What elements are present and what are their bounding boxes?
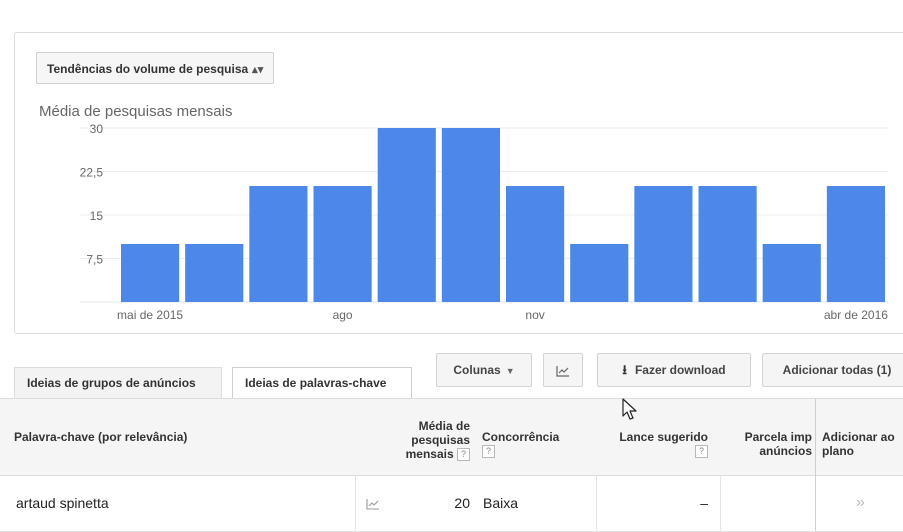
chart-bar (634, 186, 693, 302)
x-tick-label: nov (525, 308, 544, 322)
header-competition-label: Concorrência (482, 430, 560, 444)
header-add-line2: plano (822, 444, 854, 458)
search-volume-chart: 7,5 15 22,5 30 mai de 2015 ago nov abr de 2016 (80, 122, 889, 322)
download-button[interactable]: ⭳ Fazer download (597, 353, 751, 387)
search-volume-panel: Tendências do volume de pesquisa ▴▾ Média… (14, 32, 903, 334)
line-chart-icon (366, 499, 379, 510)
help-icon[interactable]: ? (695, 445, 708, 459)
y-tick-label: 22,5 (80, 166, 104, 180)
header-avg-line3: mensais (405, 447, 454, 461)
x-tick-label: abr de 2016 (824, 308, 888, 322)
chart-bar (570, 244, 629, 302)
tabs-row: Ideias de grupos de anúncios Ideias de p… (0, 353, 903, 399)
table-row: artaud spinetta 20 Baixa – » (0, 475, 903, 532)
help-icon[interactable]: ? (457, 448, 470, 462)
row-chart-icon[interactable] (366, 475, 380, 531)
header-avg-line1: Média de (418, 419, 470, 433)
add-all-button[interactable]: Adicionar todas (1) (762, 353, 903, 387)
help-icon[interactable]: ? (482, 445, 495, 459)
header-add-to-plan[interactable]: Adicionar ao plano (822, 430, 895, 458)
chart-bar (506, 186, 565, 302)
keyword-table-header: Palavra-chave (por relevância) Média de … (0, 398, 903, 476)
column-divider (355, 475, 356, 531)
column-divider (720, 475, 721, 531)
tab-label: Ideias de grupos de anúncios (27, 376, 196, 390)
header-impr-line1: Parcela imp (744, 430, 812, 444)
mouse-cursor-icon (622, 398, 637, 420)
column-divider (815, 475, 816, 531)
y-tick-label: 30 (90, 122, 104, 136)
y-tick-label: 7,5 (86, 253, 103, 267)
line-chart-icon (556, 365, 569, 377)
header-add-line1: Adicionar ao (822, 430, 895, 444)
download-label: Fazer download (634, 363, 726, 377)
chart-toggle-button[interactable] (543, 353, 583, 387)
header-keyword[interactable]: Palavra-chave (por relevância) (14, 430, 187, 444)
chart-bar (441, 128, 500, 302)
chart-bar (377, 128, 436, 302)
chart-bar (185, 244, 244, 302)
chart-bar (313, 186, 372, 302)
x-tick-label: mai de 2015 (117, 308, 183, 322)
suggested-bid-cell: – (700, 495, 708, 511)
tab-keyword-ideas[interactable]: Ideias de palavras-chave (232, 367, 412, 399)
chart-bar (249, 186, 308, 302)
add-all-label: Adicionar todas (1) (782, 363, 892, 377)
y-tick-label: 15 (90, 209, 104, 223)
download-icon: ⭳ (622, 362, 627, 377)
column-divider (596, 475, 597, 531)
tab-label: Ideias de palavras-chave (245, 376, 387, 390)
avg-searches-cell: 20 (454, 495, 470, 511)
chevron-down-icon: ▼ (505, 366, 515, 376)
chart-bar (826, 186, 885, 302)
add-to-plan-icon[interactable]: » (856, 475, 865, 531)
chart-bar (762, 244, 821, 302)
column-divider (815, 399, 816, 475)
chart-bar (121, 244, 180, 302)
columns-button[interactable]: Colunas ▼ (436, 353, 532, 387)
header-avg-line2: pesquisas (411, 433, 470, 447)
tab-ad-group-ideas[interactable]: Ideias de grupos de anúncios (14, 367, 222, 398)
header-bid-label: Lance sugerido (619, 430, 708, 444)
x-tick-label: ago (333, 308, 353, 322)
chart-bar (698, 186, 757, 302)
competition-cell: Baixa (483, 495, 519, 511)
columns-label: Colunas (453, 363, 501, 377)
header-suggested-bid[interactable]: Lance sugerido ? (608, 430, 708, 459)
header-impression-share[interactable]: Parcela imp anúncios (732, 430, 812, 458)
header-competition[interactable]: Concorrência ? (482, 430, 560, 459)
header-impr-line2: anúncios (759, 444, 812, 458)
keyword-cell: artaud spinetta (16, 495, 109, 511)
header-avg-searches[interactable]: Média de pesquisas mensais ? (378, 419, 470, 462)
